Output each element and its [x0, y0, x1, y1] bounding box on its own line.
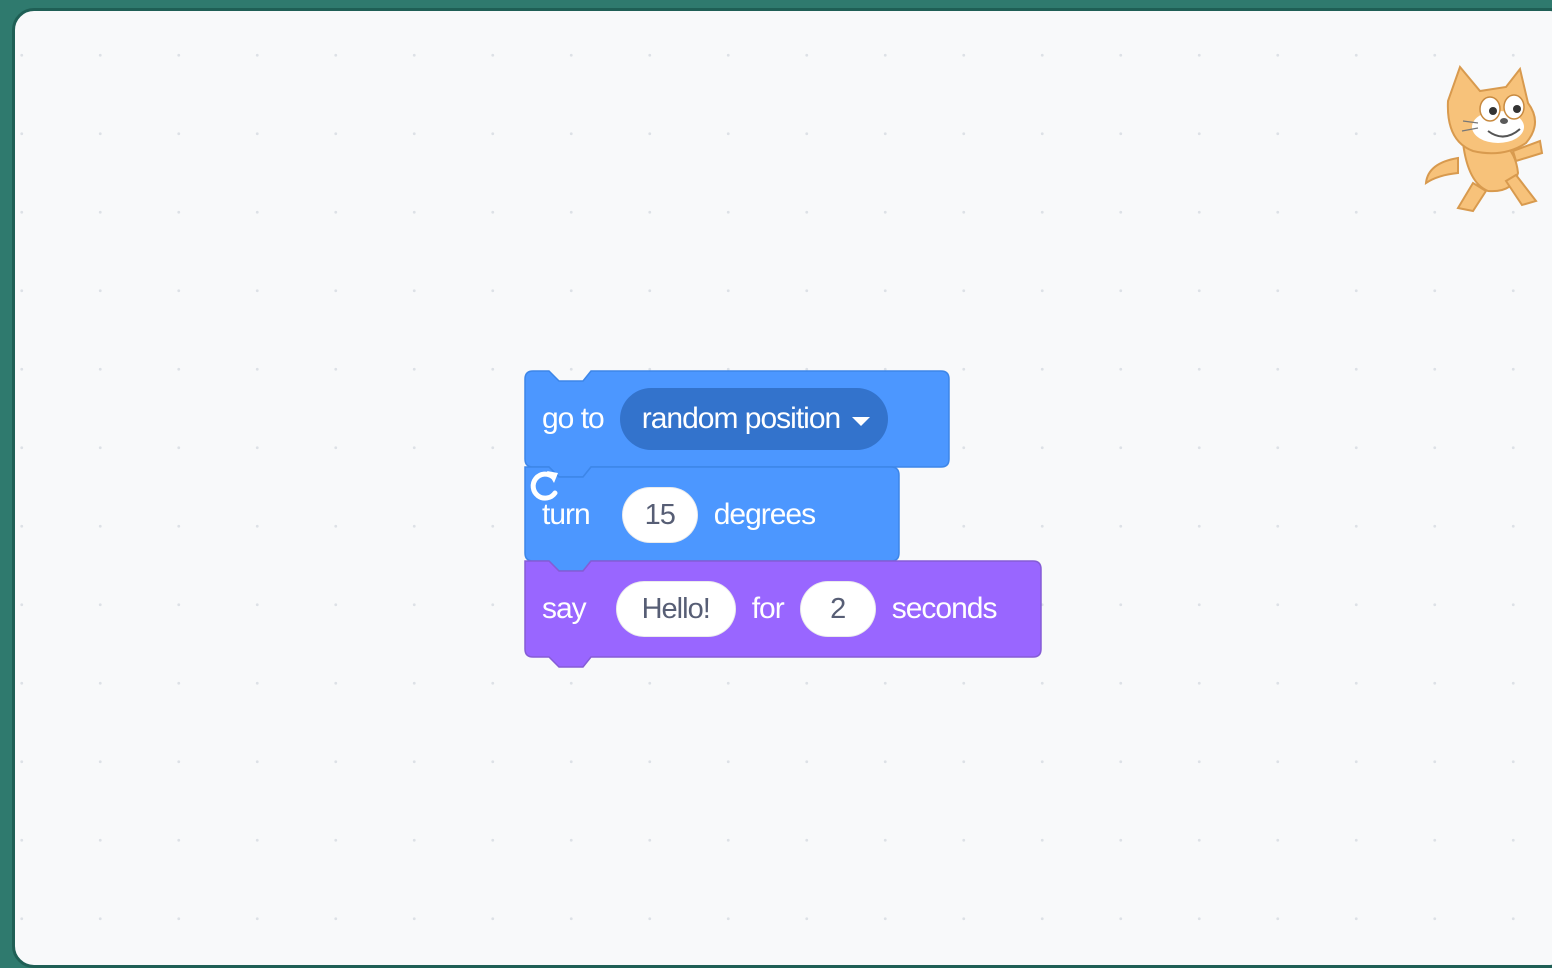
say-message-input[interactable]: Hello!: [615, 581, 736, 637]
cat-sprite-icon[interactable]: [1418, 63, 1548, 213]
goto-block[interactable]: go to random position: [524, 370, 950, 478]
say-seconds-label: seconds: [891, 592, 998, 625]
say-for-label: for: [751, 592, 785, 625]
turn-degrees-input[interactable]: 15: [621, 487, 698, 543]
turn-block[interactable]: turn 15 degrees: [524, 466, 900, 572]
dropdown-caret-icon: [852, 416, 871, 426]
say-block[interactable]: say Hello! for 2 seconds: [524, 560, 1042, 668]
turn-suffix-label: degrees: [713, 498, 816, 531]
goto-label: go to: [542, 402, 605, 435]
code-workspace[interactable]: go to random position turn 15 degrees sa…: [12, 8, 1552, 968]
say-seconds-input[interactable]: 2: [799, 581, 876, 637]
say-label: say: [542, 592, 587, 625]
goto-target-value: random position: [641, 402, 841, 435]
goto-target-menu[interactable]: random position: [619, 388, 889, 450]
